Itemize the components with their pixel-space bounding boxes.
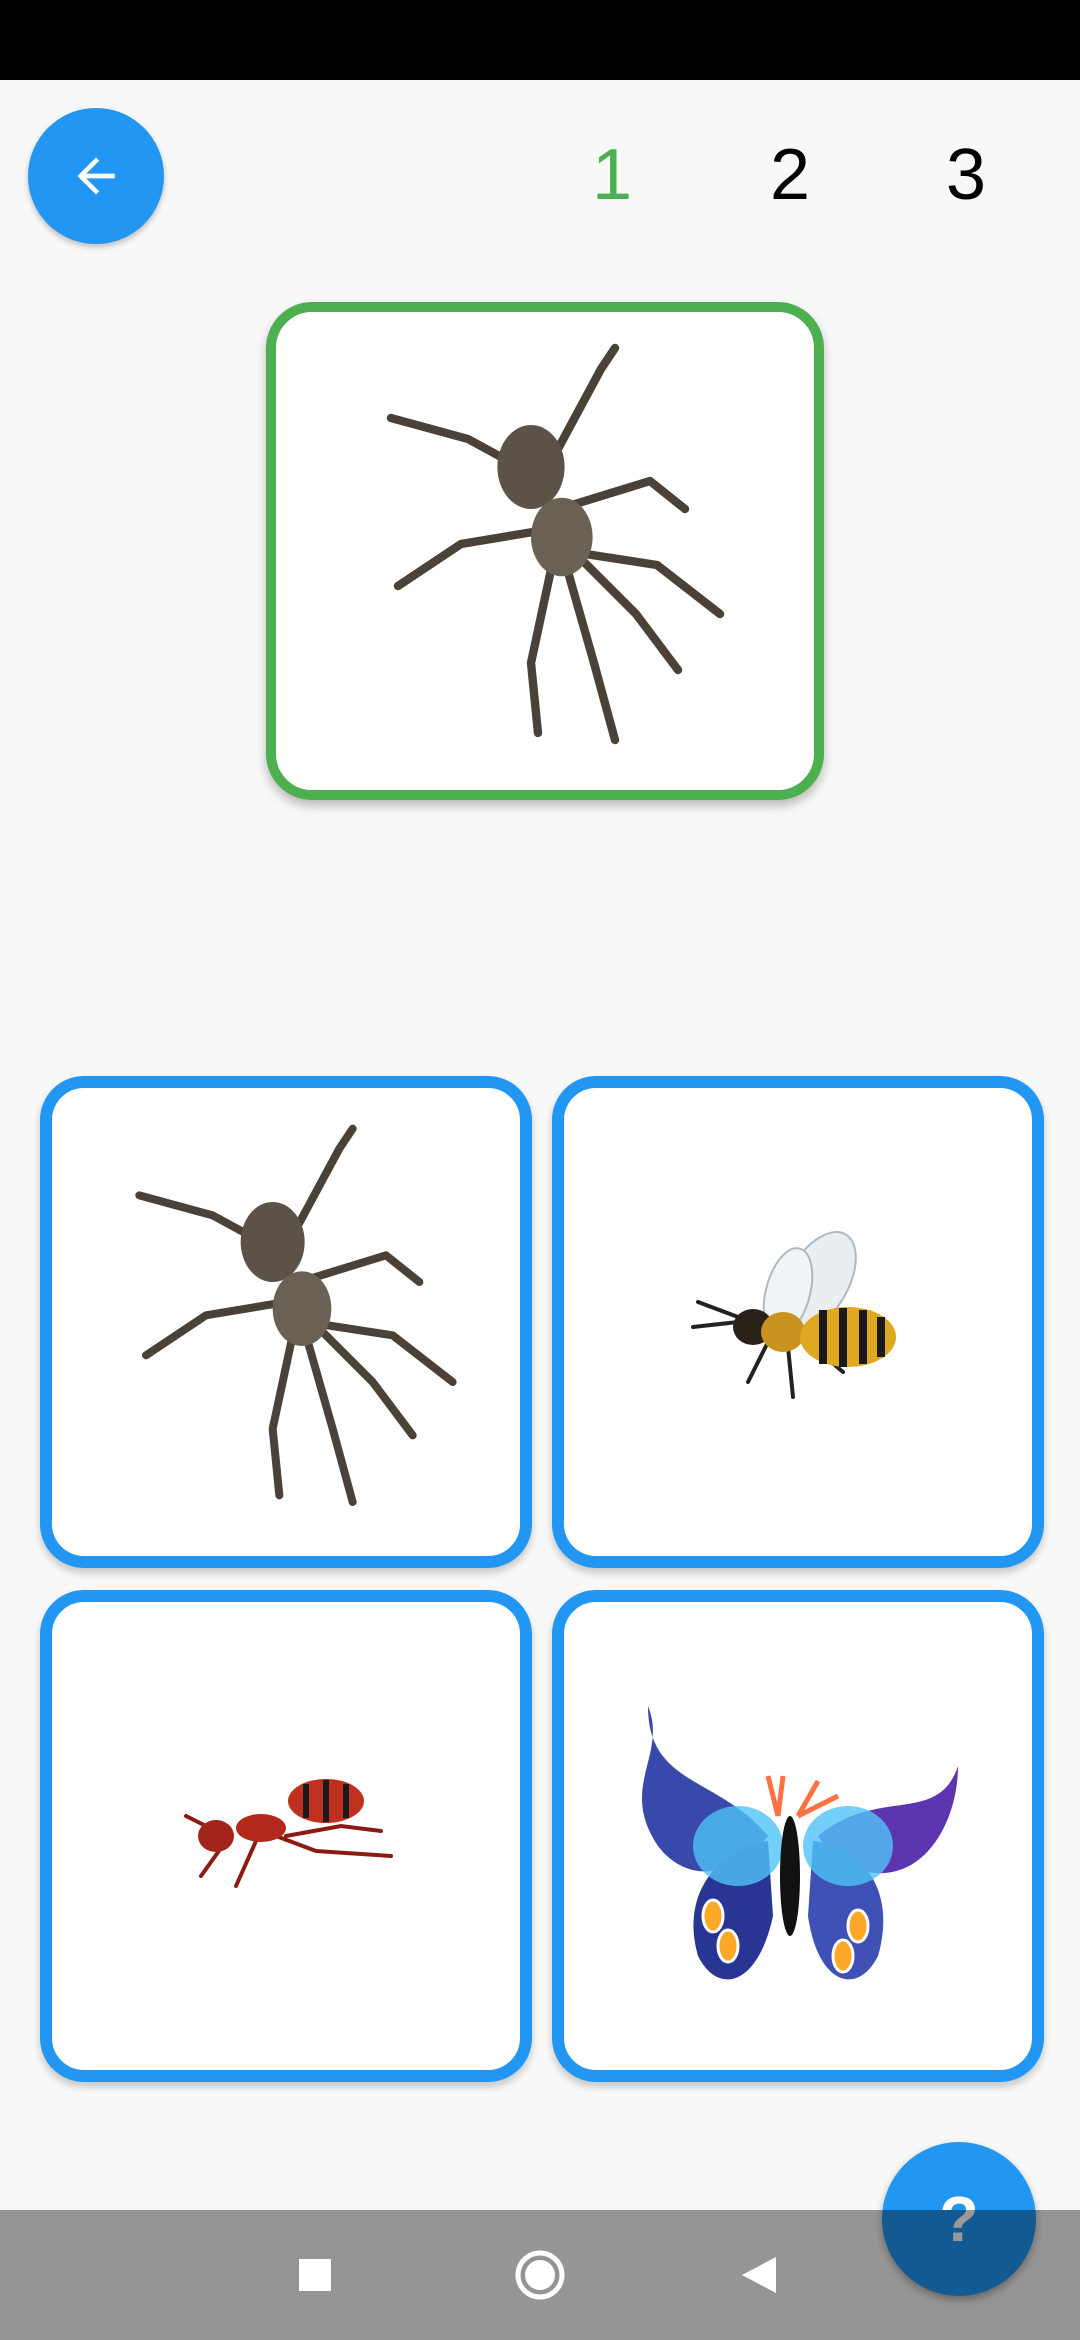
home-button[interactable]: [505, 2240, 575, 2310]
ant-image: [184, 1779, 393, 1888]
level-1-tab[interactable]: 1: [572, 130, 652, 220]
spider-image: [135, 1124, 457, 1506]
square-icon: [299, 2259, 331, 2291]
nav-back-button[interactable]: [725, 2240, 795, 2310]
arrow-left-icon: [77, 157, 115, 195]
level-2-tab[interactable]: 2: [750, 130, 830, 220]
status-bar: [0, 0, 1080, 80]
butterfly-image: [641, 1706, 958, 1980]
target-card: [266, 302, 824, 800]
recent-apps-button[interactable]: [280, 2240, 350, 2310]
circle-icon: [515, 2250, 565, 2300]
system-navigation-bar: [0, 2210, 1080, 2340]
choice-card-ant[interactable]: [40, 1590, 532, 2082]
level-3-tab[interactable]: 3: [926, 130, 1006, 220]
spider-image: [386, 343, 725, 745]
choice-card-butterfly[interactable]: [552, 1590, 1044, 2082]
triangle-back-icon: [742, 2257, 776, 2293]
bee-image: [691, 1231, 896, 1399]
back-button[interactable]: [28, 108, 164, 244]
choice-card-spider[interactable]: [40, 1076, 532, 1568]
choice-card-bee[interactable]: [552, 1076, 1044, 1568]
